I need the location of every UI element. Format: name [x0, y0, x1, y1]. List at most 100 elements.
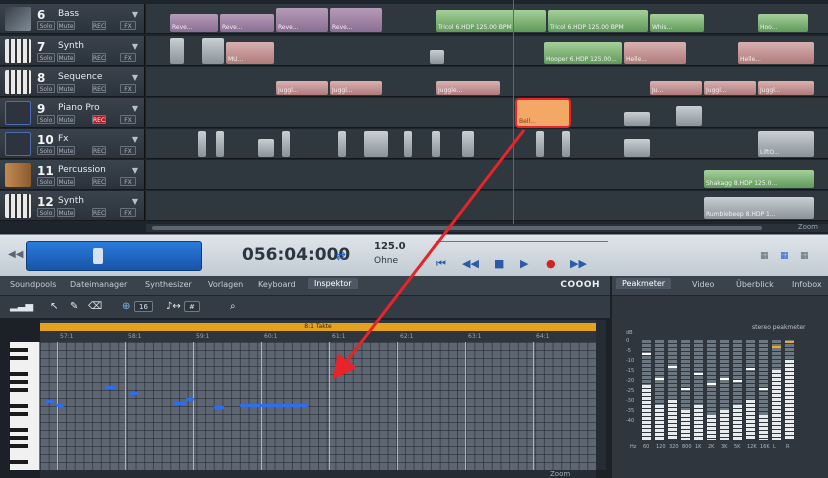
- audio-clip[interactable]: [258, 139, 274, 157]
- record-button[interactable]: REC: [92, 177, 106, 186]
- audio-clip[interactable]: Juggl...: [758, 81, 814, 95]
- midi-note[interactable]: [106, 386, 116, 389]
- quantize-select[interactable]: 16: [134, 301, 153, 312]
- piano-key[interactable]: [10, 412, 28, 416]
- rewind-icon[interactable]: ◀◀: [462, 257, 479, 270]
- view-icon[interactable]: ▦: [800, 251, 809, 261]
- piano-key[interactable]: [10, 428, 28, 432]
- mute-button[interactable]: Mute: [57, 84, 75, 93]
- audio-clip[interactable]: [198, 131, 206, 157]
- editor-horizontal-scrollbar[interactable]: [40, 470, 596, 478]
- eraser-tool-icon[interactable]: ⌫: [88, 301, 102, 312]
- tab-infobox[interactable]: Infobox: [792, 280, 822, 289]
- audio-clip[interactable]: [364, 131, 388, 157]
- play-icon[interactable]: ▶: [520, 257, 528, 270]
- audio-clip[interactable]: Juggl...: [330, 81, 382, 95]
- tab-ueberblick[interactable]: Überblick: [736, 280, 774, 289]
- fx-button[interactable]: FX: [120, 146, 136, 155]
- track-lane-12[interactable]: Rumblebeep 8.HDP 1...: [146, 191, 828, 221]
- piano-key[interactable]: [10, 372, 28, 376]
- search-icon[interactable]: ⌕: [230, 301, 236, 312]
- audio-clip[interactable]: [216, 131, 224, 157]
- piano-key[interactable]: [10, 380, 28, 384]
- audio-clip[interactable]: [338, 131, 346, 157]
- fast-forward-icon[interactable]: ▶▶: [570, 257, 587, 270]
- audio-clip[interactable]: Reve...: [330, 8, 382, 32]
- chevron-down-icon[interactable]: ▼: [132, 10, 138, 19]
- tab-synthesizer[interactable]: Synthesizer: [145, 280, 192, 289]
- view-icon[interactable]: ▦: [760, 251, 769, 261]
- playhead[interactable]: [513, 0, 514, 230]
- audio-clip[interactable]: LiftO...: [758, 131, 814, 157]
- audio-clip[interactable]: Tricol 6.HDP 125.00 BPM: [548, 10, 648, 32]
- chevron-down-icon[interactable]: ▼: [132, 73, 138, 82]
- track-lane-9[interactable]: Bell...: [146, 98, 828, 128]
- audio-clip[interactable]: Helle...: [624, 42, 686, 64]
- audio-clip[interactable]: Shakagg 8.HDP 125.0...: [704, 170, 814, 188]
- editor-vertical-scrollbar[interactable]: [596, 320, 606, 470]
- track-header-7[interactable]: 7 Synth Solo Mute REC FX ▼: [0, 36, 145, 66]
- skip-start-icon[interactable]: ◀◀: [8, 249, 23, 260]
- track-header-6[interactable]: 6 Bass Solo Mute REC FX ▼: [0, 4, 145, 34]
- piano-key[interactable]: [10, 444, 28, 448]
- track-header-9[interactable]: 9 Piano Pro Solo Mute REC FX ▼: [0, 98, 145, 128]
- mute-button[interactable]: Mute: [57, 115, 75, 124]
- velocity-icon[interactable]: ▂▃▅: [10, 301, 33, 312]
- audio-clip[interactable]: Tricol 6.HDP 125.00 BPM: [436, 10, 546, 32]
- mute-button[interactable]: Mute: [57, 177, 75, 186]
- track-lane-8[interactable]: Juggl... Juggl... Juggle... Ju... Juggl.…: [146, 67, 828, 97]
- piano-key[interactable]: [10, 388, 28, 392]
- note-length-select[interactable]: #: [184, 301, 200, 312]
- audio-clip[interactable]: [562, 131, 570, 157]
- timeline-ruler[interactable]: 8:1 Takte 57:1 58:1 59:1 60:1 61:1 62:1 …: [40, 320, 596, 342]
- fx-button[interactable]: FX: [120, 53, 136, 62]
- fx-button[interactable]: FX: [120, 208, 136, 217]
- tab-dateimanager[interactable]: Dateimanager: [70, 280, 127, 289]
- view-icon[interactable]: ▦: [780, 251, 789, 261]
- fx-button[interactable]: FX: [120, 21, 136, 30]
- piano-key[interactable]: [10, 356, 28, 360]
- audio-clip[interactable]: [536, 131, 544, 157]
- tab-video[interactable]: Video: [692, 280, 714, 289]
- audio-clip[interactable]: Reve...: [220, 14, 274, 32]
- audio-clip[interactable]: Reve...: [276, 8, 328, 32]
- midi-note[interactable]: [240, 404, 308, 407]
- tab-peakmeter[interactable]: Peakmeter: [616, 278, 672, 289]
- piano-key[interactable]: [10, 460, 28, 464]
- editor-zoom-control[interactable]: Zoom: [550, 470, 570, 478]
- chevron-down-icon[interactable]: ▼: [132, 166, 138, 175]
- tab-soundpools[interactable]: Soundpools: [10, 280, 56, 289]
- audio-clip[interactable]: Juggl...: [276, 81, 328, 95]
- midi-note[interactable]: [130, 392, 138, 395]
- audio-clip[interactable]: MU...: [226, 42, 274, 64]
- solo-button[interactable]: Solo: [37, 84, 55, 93]
- chevron-down-icon[interactable]: ▼: [132, 197, 138, 206]
- solo-button[interactable]: Solo: [37, 21, 55, 30]
- mute-button[interactable]: Mute: [57, 146, 75, 155]
- track-lane-10[interactable]: LiftO...: [146, 129, 828, 159]
- audio-clip[interactable]: Ju...: [650, 81, 702, 95]
- track-lane-7[interactable]: MU... Hooper 6.HDP 125.00... Helle... He…: [146, 36, 828, 66]
- chevron-down-icon[interactable]: ▼: [132, 104, 138, 113]
- track-lane-11[interactable]: Shakagg 8.HDP 125.0...: [146, 160, 828, 190]
- record-button[interactable]: REC: [92, 84, 106, 93]
- midi-note[interactable]: [46, 400, 54, 403]
- track-header-12[interactable]: 12 Synth Solo Mute REC FX ▼: [0, 191, 145, 221]
- tempo-display[interactable]: 125.0: [374, 241, 406, 252]
- stop-icon[interactable]: ■: [494, 257, 504, 270]
- solo-button[interactable]: Solo: [37, 115, 55, 124]
- piano-key[interactable]: [10, 348, 28, 352]
- mute-button[interactable]: Mute: [57, 21, 75, 30]
- mute-button[interactable]: Mute: [57, 53, 75, 62]
- solo-button[interactable]: Solo: [37, 208, 55, 217]
- fx-button[interactable]: FX: [120, 84, 136, 93]
- record-button[interactable]: REC: [92, 53, 106, 62]
- fx-button[interactable]: FX: [120, 177, 136, 186]
- arranger-horizontal-scrollbar[interactable]: [146, 224, 828, 232]
- record-icon[interactable]: ●: [546, 257, 556, 270]
- record-button[interactable]: REC: [92, 146, 106, 155]
- audio-clip[interactable]: Rumblebeep 8.HDP 1...: [704, 197, 814, 219]
- midi-note[interactable]: [214, 406, 224, 409]
- piano-roll-grid[interactable]: [40, 342, 596, 470]
- track-lane-6[interactable]: Reve... Reve... Reve... Reve... Tricol 6…: [146, 4, 828, 34]
